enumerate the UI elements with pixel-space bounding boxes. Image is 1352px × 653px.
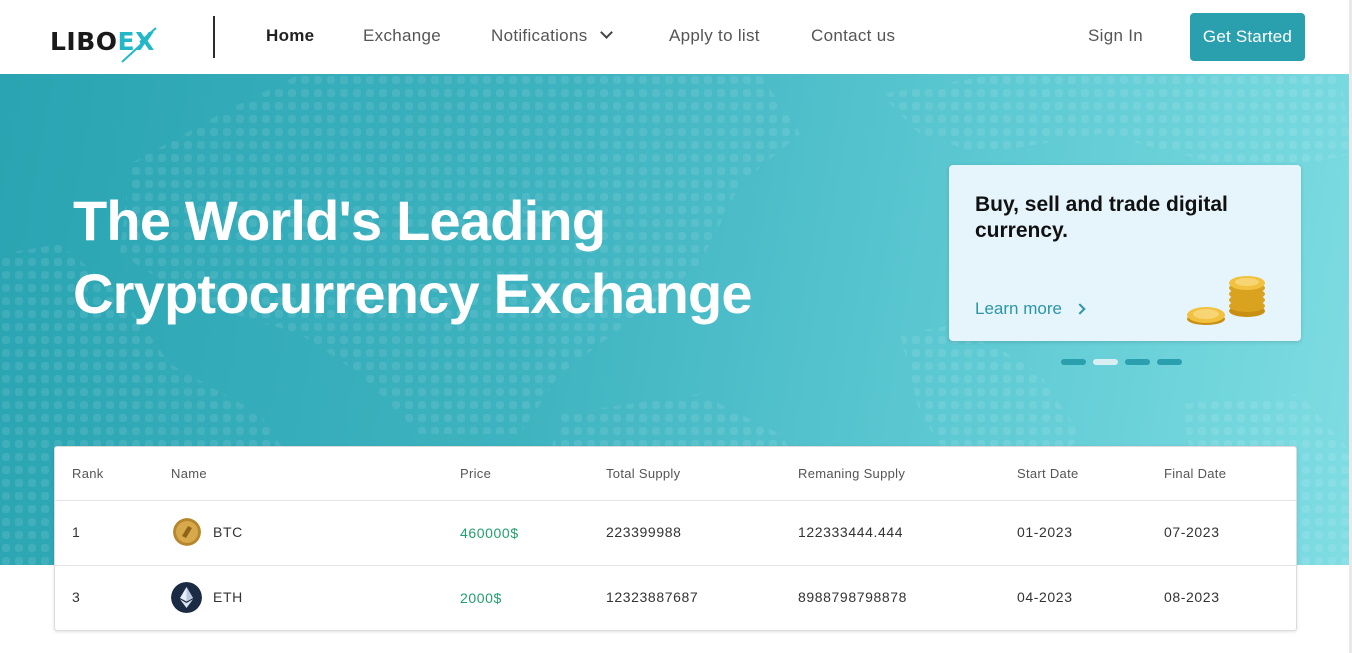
header-divider	[55, 500, 1296, 501]
promo-title: Buy, sell and trade digital currency.	[975, 193, 1228, 242]
learn-more-link[interactable]: Learn more	[975, 299, 1086, 319]
carousel-dot-2[interactable]	[1093, 359, 1118, 365]
nav-home[interactable]: Home	[266, 26, 314, 46]
promo-card[interactable]: Buy, sell and trade digital currency. Le…	[949, 165, 1301, 341]
hero-title-line1: The World's Leading	[73, 189, 606, 252]
chevron-down-icon	[599, 26, 613, 39]
chevron-right-icon	[1074, 303, 1086, 315]
header-name[interactable]: Name	[171, 466, 207, 481]
carousel-dot-3[interactable]	[1125, 359, 1150, 365]
row-start-date: 01-2023	[1017, 524, 1073, 540]
carousel-dot-1[interactable]	[1061, 359, 1086, 365]
nav-notifications-label: Notifications	[491, 26, 588, 45]
sign-in-link[interactable]: Sign In	[1088, 26, 1143, 46]
carousel-dot-4[interactable]	[1157, 359, 1182, 365]
nav-apply-to-list[interactable]: Apply to list	[669, 26, 760, 46]
header-remaining-supply[interactable]: Remaning Supply	[798, 466, 905, 481]
get-started-button[interactable]: Get Started	[1190, 13, 1305, 61]
token-table: Rank Name Price Total Supply Remaning Su…	[54, 446, 1297, 631]
header-final-date[interactable]: Final Date	[1164, 466, 1226, 481]
row-start-date: 04-2023	[1017, 589, 1073, 605]
row-rank: 3	[72, 589, 81, 605]
carousel-indicators	[1061, 359, 1182, 365]
header-rank[interactable]: Rank	[72, 466, 104, 481]
row-coin-name: BTC	[213, 524, 243, 540]
btc-coin-icon	[173, 518, 201, 546]
logo-swoosh-icon	[121, 27, 157, 63]
nav-contact-us[interactable]: Contact us	[811, 26, 895, 46]
gold-coins-icon	[1187, 276, 1265, 325]
row-total-supply: 223399988	[606, 524, 682, 540]
header-start-date[interactable]: Start Date	[1017, 466, 1079, 481]
row-price: 2000$	[460, 590, 502, 606]
row-remaining-supply: 122333444.444	[798, 524, 904, 540]
row-total-supply: 12323887687	[606, 589, 699, 605]
header-price[interactable]: Price	[460, 466, 491, 481]
hero-title-line2: Cryptocurrency Exchange	[73, 262, 753, 325]
learn-more-label: Learn more	[975, 299, 1062, 318]
row-rank: 1	[72, 524, 81, 540]
row-price: 460000$	[460, 525, 519, 541]
row-divider	[55, 565, 1296, 566]
eth-coin-icon	[171, 582, 202, 613]
hero-title: The World's Leading Cryptocurrency Excha…	[73, 184, 753, 330]
row-final-date: 07-2023	[1164, 524, 1220, 540]
row-final-date: 08-2023	[1164, 589, 1220, 605]
row-coin-name: ETH	[213, 589, 243, 605]
row-remaining-supply: 8988798798878	[798, 589, 908, 605]
nav-notifications[interactable]: Notifications	[491, 26, 613, 46]
header-total-supply[interactable]: Total Supply	[606, 466, 680, 481]
nav-divider	[213, 16, 215, 58]
liboex-logo[interactable]: LIBOEX	[50, 20, 157, 63]
top-navbar: LIBOEX Home Exchange Notifications Apply…	[0, 0, 1352, 74]
nav-exchange[interactable]: Exchange	[363, 26, 441, 46]
